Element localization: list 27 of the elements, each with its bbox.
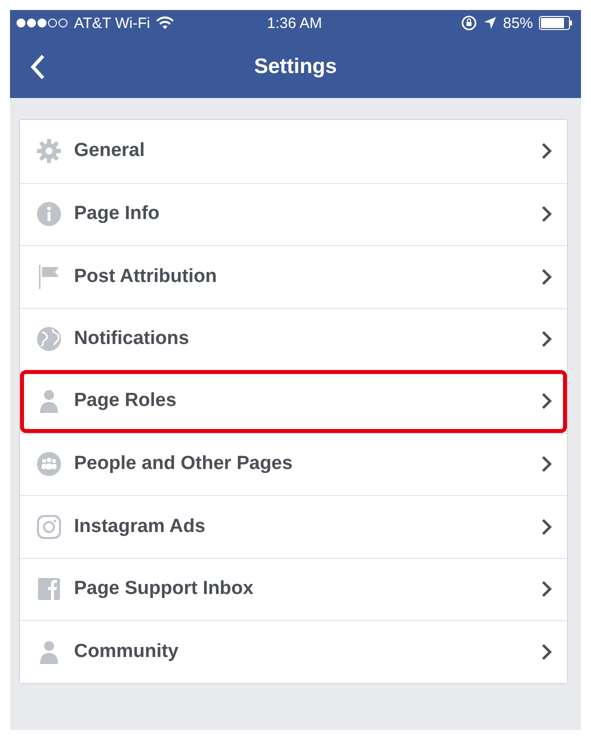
settings-item[interactable]: Community xyxy=(20,620,567,682)
signal-icon xyxy=(16,18,68,28)
gear-icon xyxy=(36,138,62,164)
wifi-icon xyxy=(156,16,174,30)
rotation-lock-icon xyxy=(460,15,477,31)
chevron-icon xyxy=(541,392,553,410)
chevron-icon xyxy=(541,642,553,661)
carrier-text: AT&T Wi-Fi xyxy=(74,14,150,32)
camera-icon xyxy=(36,514,62,540)
info-icon xyxy=(36,201,62,228)
battery-text: 85% xyxy=(502,14,534,32)
chevron-icon xyxy=(541,205,553,224)
chevron-icon xyxy=(541,580,553,598)
flag-icon xyxy=(36,264,62,290)
chevron-icon xyxy=(541,455,553,474)
globe-icon xyxy=(36,326,62,352)
clock-text: 1:36 AM xyxy=(266,14,322,32)
page-title: Settings xyxy=(254,55,337,79)
location-icon xyxy=(482,16,497,30)
logo-icon xyxy=(36,576,62,602)
chevron-icon xyxy=(541,518,553,536)
chevron-icon xyxy=(541,142,553,160)
chevron-icon xyxy=(541,268,553,286)
group-icon xyxy=(36,451,62,478)
chevron-icon xyxy=(541,330,553,348)
battery-icon xyxy=(539,16,574,30)
settings-item[interactable]: Page Roles xyxy=(20,370,567,432)
